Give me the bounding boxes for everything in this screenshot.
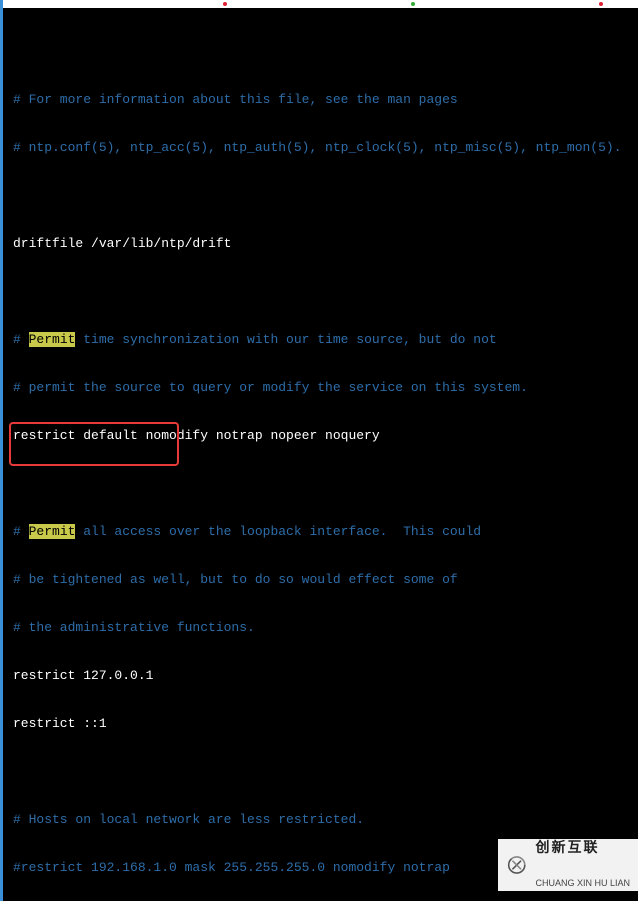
restrict-v4-directive: restrict 127.0.0.1 xyxy=(13,668,628,684)
watermark-brand: 创新互联 xyxy=(535,841,630,853)
dot-icon xyxy=(599,2,603,6)
restrict-v6-directive: restrict ::1 xyxy=(13,716,628,732)
comment-line: # permit the source to query or modify t… xyxy=(13,380,628,396)
search-highlight: Permit xyxy=(29,524,76,539)
toolbar-sliver xyxy=(3,0,638,8)
comment-line: # ntp.conf(5), ntp_acc(5), ntp_auth(5), … xyxy=(13,140,628,156)
brand-logo-icon xyxy=(506,848,527,882)
dot-icon xyxy=(223,2,227,6)
watermark: 创新互联 CHUANG XIN HU LIAN xyxy=(498,839,638,891)
dot-icon xyxy=(411,2,415,6)
search-highlight: Permit xyxy=(29,332,76,347)
comment-line: # Permit all access over the loopback in… xyxy=(13,524,628,540)
restrict-default-directive: restrict default nomodify notrap nopeer … xyxy=(13,428,628,444)
comment-line: # For more information about this file, … xyxy=(13,92,628,108)
terminal-window[interactable]: # For more information about this file, … xyxy=(0,0,638,901)
comment-line: # the administrative functions. xyxy=(13,620,628,636)
watermark-sub: CHUANG XIN HU LIAN xyxy=(535,877,630,889)
driftfile-directive: driftfile /var/lib/ntp/drift xyxy=(13,236,628,252)
comment-line: # Permit time synchronization with our t… xyxy=(13,332,628,348)
comment-line: # be tightened as well, but to do so wou… xyxy=(13,572,628,588)
